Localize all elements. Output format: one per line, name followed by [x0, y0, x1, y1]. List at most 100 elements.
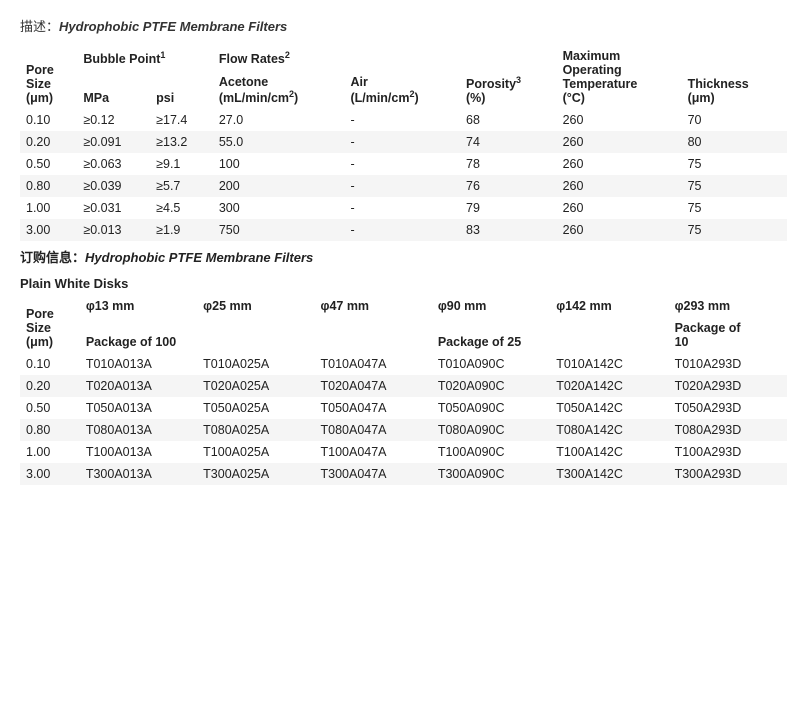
- prop-temp: 260: [557, 109, 682, 131]
- prop-thickness: 75: [682, 175, 787, 197]
- order-p90: T080A090C: [432, 419, 550, 441]
- order-p293: T300A293D: [669, 463, 787, 485]
- order-pore: 3.00: [20, 463, 80, 485]
- prop-acetone: 27.0: [213, 109, 345, 131]
- prop-table-row: 0.10 ≥0.12 ≥17.4 27.0 - 68 260 70: [20, 109, 787, 131]
- order-p90: T100A090C: [432, 441, 550, 463]
- order-pore: 0.10: [20, 353, 80, 375]
- prop-mpa: ≥0.063: [77, 153, 150, 175]
- prop-pore: 0.50: [20, 153, 77, 175]
- order-p293: T080A293D: [669, 419, 787, 441]
- prop-thickness: 80: [682, 131, 787, 153]
- order-p13: T050A013A: [80, 397, 197, 419]
- order-p90: T020A090C: [432, 375, 550, 397]
- prop-thickness: 75: [682, 197, 787, 219]
- col-header-pore-size: PoreSize(μm): [20, 45, 77, 109]
- prop-air: -: [344, 197, 460, 219]
- order-info: 订购信息：Hydrophobic PTFE Membrane Filters: [20, 247, 787, 266]
- prop-table-row: 0.50 ≥0.063 ≥9.1 100 - 78 260 75: [20, 153, 787, 175]
- order-p142: T100A142C: [550, 441, 668, 463]
- properties-table: PoreSize(μm) Bubble Point1 Flow Rates2 P…: [20, 45, 787, 241]
- order-p47: T080A047A: [315, 419, 432, 441]
- order-p47: T050A047A: [315, 397, 432, 419]
- order-p13: T010A013A: [80, 353, 197, 375]
- col-header-mpa: MPa: [77, 70, 150, 109]
- order-pore: 0.20: [20, 375, 80, 397]
- prop-mpa: ≥0.013: [77, 219, 150, 241]
- order-table-row: 0.20 T020A013A T020A025A T020A047A T020A…: [20, 375, 787, 397]
- order-p90: T300A090C: [432, 463, 550, 485]
- prop-thickness: 70: [682, 109, 787, 131]
- order-pore: 1.00: [20, 441, 80, 463]
- prop-pore: 0.20: [20, 131, 77, 153]
- prop-psi: ≥13.2: [150, 131, 213, 153]
- prop-psi: ≥17.4: [150, 109, 213, 131]
- prop-mpa: ≥0.091: [77, 131, 150, 153]
- order-col-phi142: φ142 mm: [550, 295, 668, 317]
- prop-porosity: 68: [460, 109, 557, 131]
- order-p13: T080A013A: [80, 419, 197, 441]
- prop-porosity: 83: [460, 219, 557, 241]
- order-p13: T300A013A: [80, 463, 197, 485]
- prop-psi: ≥9.1: [150, 153, 213, 175]
- prop-mpa: ≥0.12: [77, 109, 150, 131]
- order-info-label: 订购信息：: [20, 250, 85, 265]
- prop-acetone: 55.0: [213, 131, 345, 153]
- col-header-air: Air(L/min/cm2): [344, 70, 460, 109]
- order-col-phi47: φ47 mm: [315, 295, 432, 317]
- description-label: 描述：: [20, 19, 59, 34]
- prop-temp: 260: [557, 131, 682, 153]
- col-header-porosity: Porosity3(%): [460, 45, 557, 109]
- order-pkg25: Package of 25: [432, 317, 669, 353]
- prop-acetone: 300: [213, 197, 345, 219]
- order-col-pore: PoreSize(μm): [20, 295, 80, 353]
- prop-table-row: 0.20 ≥0.091 ≥13.2 55.0 - 74 260 80: [20, 131, 787, 153]
- col-header-bubble-point: Bubble Point1: [77, 45, 213, 70]
- order-p293: T050A293D: [669, 397, 787, 419]
- order-p25: T050A025A: [197, 397, 314, 419]
- prop-air: -: [344, 153, 460, 175]
- col-header-max-temp: MaximumOperatingTemperature(°C): [557, 45, 682, 109]
- plain-white-disks-label: Plain White Disks: [20, 276, 787, 291]
- prop-mpa: ≥0.031: [77, 197, 150, 219]
- prop-pore: 3.00: [20, 219, 77, 241]
- order-pkg10: Package of10: [669, 317, 787, 353]
- prop-psi: ≥5.7: [150, 175, 213, 197]
- prop-pore: 1.00: [20, 197, 77, 219]
- col-header-acetone: Acetone(mL/min/cm2): [213, 70, 345, 109]
- order-p90: T050A090C: [432, 397, 550, 419]
- prop-temp: 260: [557, 197, 682, 219]
- prop-acetone: 100: [213, 153, 345, 175]
- order-p142: T300A142C: [550, 463, 668, 485]
- order-p13: T020A013A: [80, 375, 197, 397]
- prop-air: -: [344, 131, 460, 153]
- order-table-row: 0.80 T080A013A T080A025A T080A047A T080A…: [20, 419, 787, 441]
- order-p142: T010A142C: [550, 353, 668, 375]
- order-table-row: 0.50 T050A013A T050A025A T050A047A T050A…: [20, 397, 787, 419]
- order-p142: T080A142C: [550, 419, 668, 441]
- order-col-phi293: φ293 mm: [669, 295, 787, 317]
- order-p293: T010A293D: [669, 353, 787, 375]
- prop-table-row: 0.80 ≥0.039 ≥5.7 200 - 76 260 75: [20, 175, 787, 197]
- order-p47: T100A047A: [315, 441, 432, 463]
- col-header-flow-rates: Flow Rates2: [213, 45, 460, 70]
- order-pkg100: Package of 100: [80, 317, 432, 353]
- order-p25: T100A025A: [197, 441, 314, 463]
- prop-psi: ≥4.5: [150, 197, 213, 219]
- prop-air: -: [344, 109, 460, 131]
- order-p90: T010A090C: [432, 353, 550, 375]
- prop-porosity: 78: [460, 153, 557, 175]
- order-p142: T050A142C: [550, 397, 668, 419]
- prop-table-row: 1.00 ≥0.031 ≥4.5 300 - 79 260 75: [20, 197, 787, 219]
- order-pore: 0.50: [20, 397, 80, 419]
- prop-pore: 0.80: [20, 175, 77, 197]
- prop-air: -: [344, 219, 460, 241]
- prop-acetone: 200: [213, 175, 345, 197]
- prop-psi: ≥1.9: [150, 219, 213, 241]
- order-col-phi25: φ25 mm: [197, 295, 314, 317]
- prop-mpa: ≥0.039: [77, 175, 150, 197]
- prop-air: -: [344, 175, 460, 197]
- prop-porosity: 74: [460, 131, 557, 153]
- order-table-row: 3.00 T300A013A T300A025A T300A047A T300A…: [20, 463, 787, 485]
- prop-thickness: 75: [682, 219, 787, 241]
